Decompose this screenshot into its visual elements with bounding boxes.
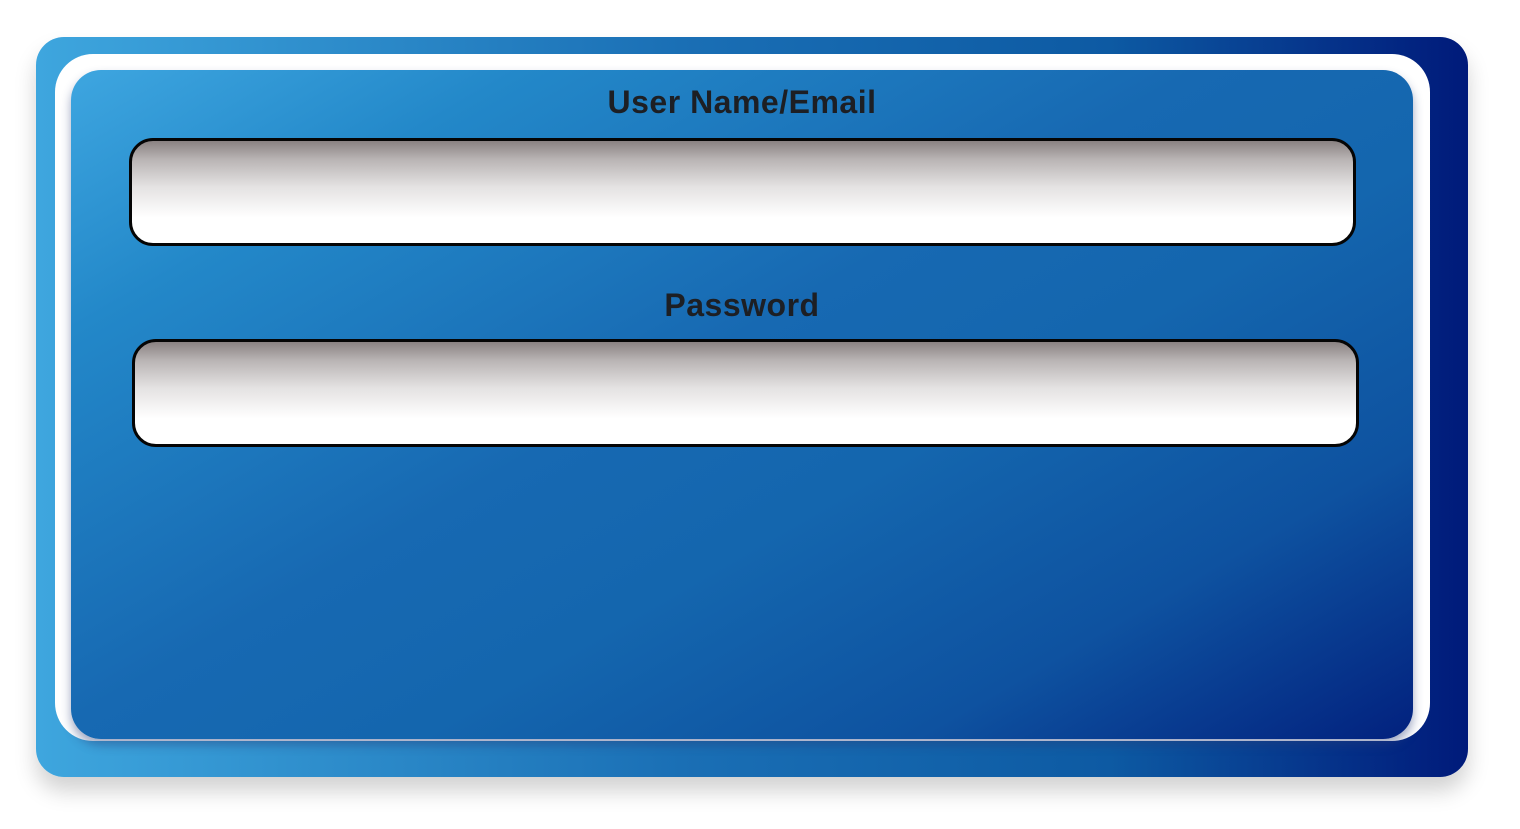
username-email-input[interactable]	[129, 138, 1356, 246]
password-label: Password	[664, 287, 820, 323]
username-label: User Name/Email	[607, 84, 877, 120]
login-card-border: User Name/Email Password	[55, 54, 1430, 741]
login-form-panel: User Name/Email Password	[71, 70, 1413, 739]
password-input[interactable]	[132, 339, 1359, 447]
login-card-frame: User Name/Email Password	[36, 37, 1468, 777]
